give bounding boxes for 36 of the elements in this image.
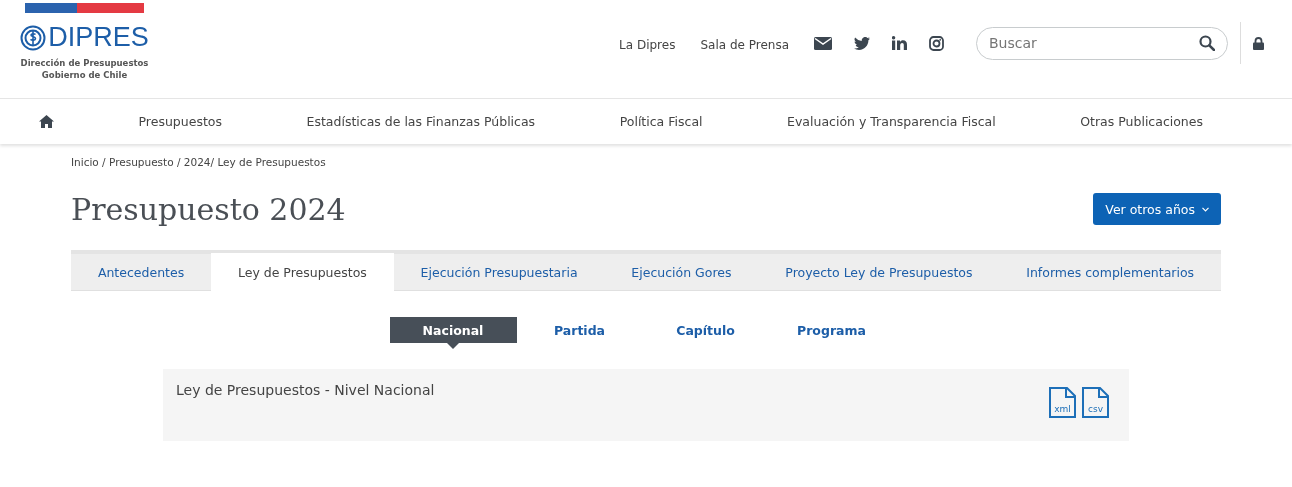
logo-subtitle: Gobierno de Chile — [41, 69, 128, 81]
twitter-icon[interactable] — [854, 36, 870, 50]
logo-wordmark[interactable]: DIPRES — [48, 22, 149, 53]
linkedin-icon[interactable] — [892, 36, 907, 50]
tab[interactable]: Ejecución Presupuestaria — [393, 254, 605, 290]
nav-link[interactable]: Estadísticas de las Finanzas Públicas — [306, 114, 536, 129]
search-icon[interactable] — [1199, 34, 1215, 51]
tab[interactable]: Informes complementarios — [999, 254, 1222, 290]
breadcrumb: Inicio / Presupuesto / 2024/ Ley de Presupuestos — [71, 156, 327, 168]
years-dropdown-button[interactable]: Ver otros años — [1093, 193, 1221, 225]
instagram-icon[interactable] — [929, 35, 944, 51]
level-tab[interactable]: Programa — [768, 317, 895, 343]
nav-link[interactable]: Otras Publicaciones — [1080, 114, 1203, 129]
nav-link[interactable]: Presupuestos — [138, 114, 222, 129]
header-link[interactable]: Sala de Prensa — [700, 37, 789, 52]
nav-link[interactable]: Evaluación y Transparencia Fiscal — [787, 114, 996, 129]
tab[interactable]: Ejecución Gores — [604, 254, 759, 290]
header-link[interactable]: La Dipres — [619, 37, 676, 52]
coin-logo-icon — [20, 24, 47, 51]
page-title: Presupuesto 2024 — [71, 191, 346, 227]
file-download-icon[interactable]: xml — [1049, 387, 1076, 418]
tab[interactable]: Proyecto Ley de Presupuestos — [758, 254, 1000, 290]
level-tab[interactable]: Partida — [516, 317, 643, 343]
file-download-icon[interactable]: csv — [1082, 387, 1109, 418]
panel-title: Ley de Presupuestos - Nivel Nacional — [176, 382, 435, 398]
logo-subtitle: Dirección de Presupuestos — [20, 57, 149, 69]
tab[interactable]: Antecedentes — [71, 254, 212, 290]
lock-icon[interactable] — [1253, 36, 1264, 50]
level-tab[interactable]: Capítulo — [642, 317, 769, 343]
home-icon[interactable] — [39, 115, 54, 128]
mail-icon[interactable] — [814, 36, 832, 50]
level-tab[interactable]: Nacional — [389, 317, 517, 349]
nav-link[interactable]: Política Fiscal — [619, 114, 703, 129]
tab[interactable]: Ley de Presupuestos — [211, 253, 394, 291]
chevron-down-icon — [1202, 206, 1209, 212]
search-field[interactable]: Buscar — [976, 26, 1228, 60]
